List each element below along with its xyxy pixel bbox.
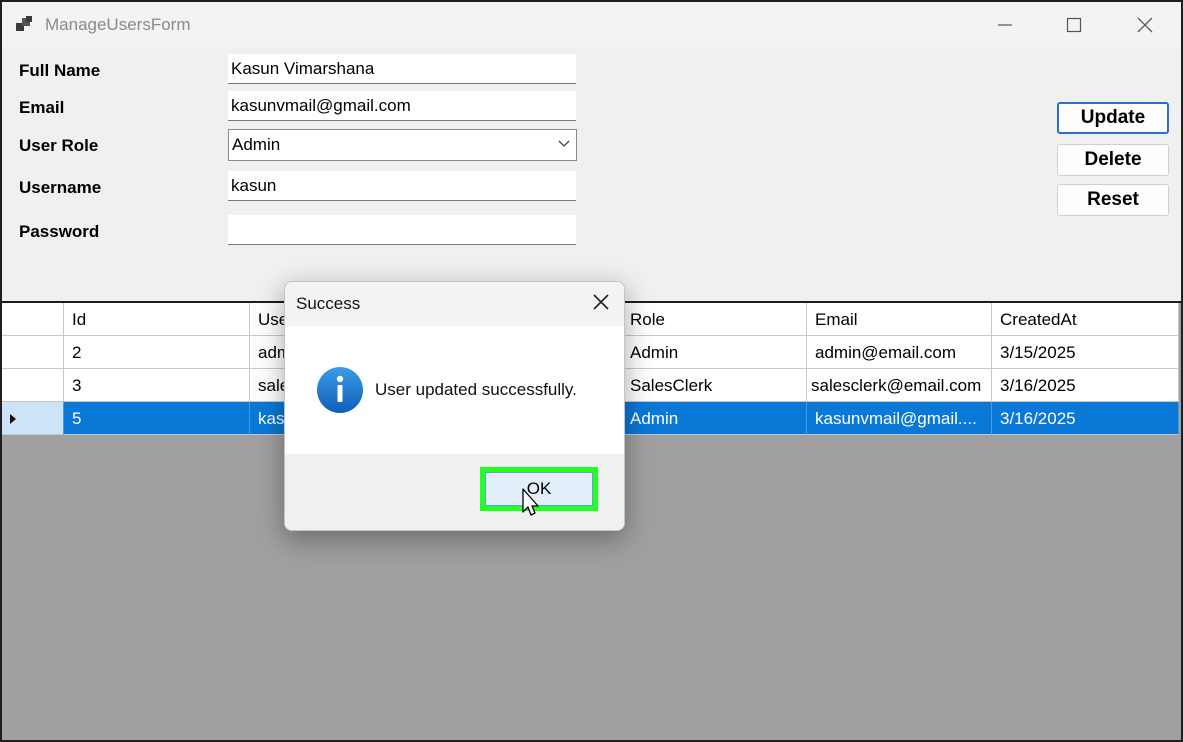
row-header[interactable] [2, 336, 64, 369]
app-icon [16, 16, 34, 34]
dialog-title-bar: Success [285, 282, 624, 326]
close-icon [1137, 17, 1153, 33]
window-title: ManageUsersForm [45, 15, 191, 34]
cell-id[interactable]: 3 [64, 369, 250, 402]
cell-email[interactable]: salesclerk@email.com [807, 369, 992, 402]
user-role-select[interactable]: Admin [228, 129, 577, 161]
cell-role[interactable]: Admin [622, 402, 807, 435]
column-header-email[interactable]: Email [807, 303, 992, 336]
close-icon [593, 294, 609, 310]
minimize-button[interactable] [976, 2, 1034, 48]
success-dialog: Success User updated successfully. OK [284, 281, 625, 531]
full-name-label: Full Name [19, 61, 101, 80]
dialog-close-button[interactable] [592, 293, 610, 316]
dialog-title: Success [296, 294, 361, 313]
chevron-down-icon [558, 140, 570, 147]
email-label: Email [19, 98, 65, 117]
reset-button[interactable]: Reset [1057, 184, 1169, 216]
cell-createdat[interactable]: 3/16/2025 [992, 369, 1179, 402]
password-label: Password [19, 222, 100, 241]
mouse-cursor-icon [522, 488, 539, 516]
delete-button[interactable]: Delete [1057, 144, 1169, 176]
info-icon [317, 367, 363, 413]
cell-role[interactable]: Admin [622, 336, 807, 369]
title-bar: ManageUsersForm [2, 2, 1181, 48]
column-header-createdat[interactable]: CreatedAt [992, 303, 1179, 336]
column-header-role[interactable]: Role [622, 303, 807, 336]
row-header[interactable] [2, 369, 64, 402]
cell-createdat[interactable]: 3/15/2025 [992, 336, 1179, 369]
cell-createdat[interactable]: 3/16/2025 [992, 402, 1179, 435]
maximize-button[interactable] [1045, 2, 1103, 48]
username-label: Username [19, 178, 102, 197]
user-role-value: Admin [232, 135, 281, 154]
current-row-arrow-icon [10, 414, 16, 424]
column-header-id[interactable]: Id [64, 303, 250, 336]
minimize-icon [998, 24, 1012, 26]
close-window-button[interactable] [1116, 2, 1174, 48]
cell-role[interactable]: SalesClerk [622, 369, 807, 402]
cell-email[interactable]: kasunvmail@gmail.... [807, 402, 992, 435]
row-header-corner [2, 303, 64, 336]
maximize-icon [1066, 17, 1082, 33]
username-field[interactable]: kasun [228, 171, 576, 201]
row-header[interactable] [2, 402, 64, 435]
cell-id[interactable]: 2 [64, 336, 250, 369]
password-field[interactable] [228, 215, 576, 245]
update-button[interactable]: Update [1057, 102, 1169, 134]
cell-email[interactable]: admin@email.com [807, 336, 992, 369]
email-field[interactable]: kasunvmail@gmail.com [228, 91, 576, 121]
user-role-label: User Role [19, 136, 99, 155]
cell-id[interactable]: 5 [64, 402, 250, 435]
dialog-message: User updated successfully. [375, 380, 577, 399]
full-name-field[interactable]: Kasun Vimarshana [228, 54, 576, 84]
